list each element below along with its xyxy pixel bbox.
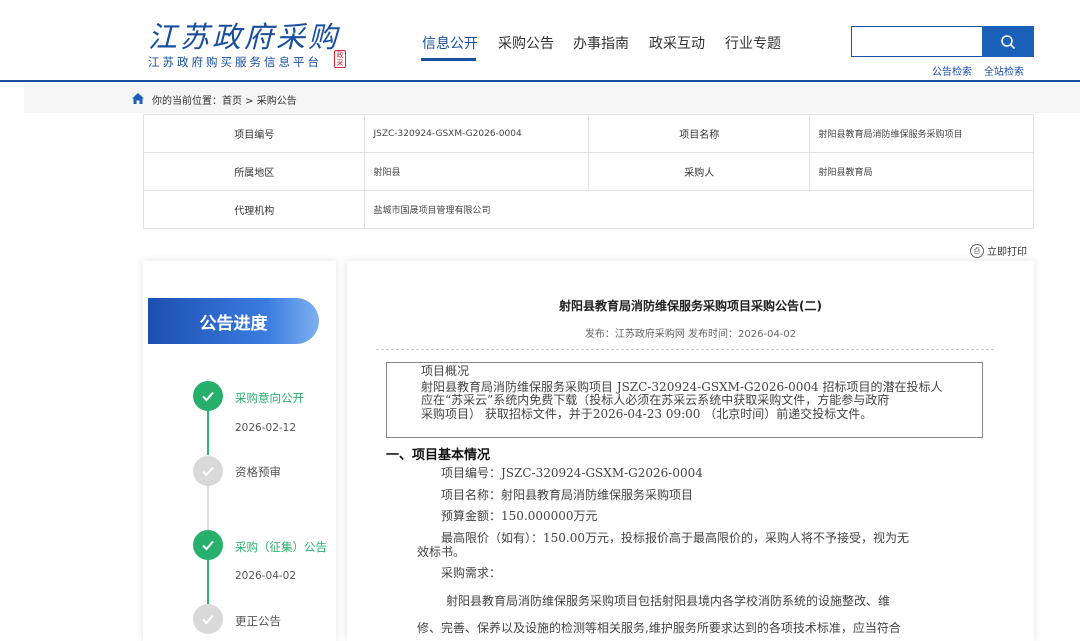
cell-label: 代理机构 [142, 190, 366, 229]
cell-value: 射阳县教育局消防维保服务采购项目 [809, 114, 1034, 153]
progress-step-intent[interactable]: 采购意向公开 [235, 390, 304, 406]
field-project-name: 项目名称：射阳县教育局消防维保服务采购项目 [441, 488, 694, 502]
project-overview-box: 项目概况 射阳县教育局消防维保服务采购项目 JSZC-320924-GSXM-G… [386, 362, 983, 438]
site-logo-title[interactable]: 江苏政府采购 [148, 14, 348, 54]
step-date: 2026-04-02 [235, 570, 297, 582]
site-logo-subtitle: 江苏政府购买服务信息平台 [148, 55, 322, 69]
check-icon [193, 456, 223, 486]
check-icon [193, 381, 223, 411]
max-price-text: 最高限价（如有）：150.00万元，投标报价高于最高限价的，采购人将不予接受，视… [441, 531, 909, 545]
article-meta: 发布：江苏政府采购网 发布时间：2026-04-02 [584, 329, 797, 340]
cell-label: 项目编号 [142, 114, 366, 153]
progress-step-correction: 更正公告 [235, 614, 281, 628]
cell-value: 射阳县 [364, 152, 589, 191]
header-divider [0, 80, 1080, 82]
field-project-code: 项目编号：JSZC-320924-GSXM-G2026-0004 [441, 466, 703, 480]
site-search-link[interactable]: 全站检索 [984, 63, 1024, 78]
step-connector [207, 485, 209, 530]
overview-line: 射阳县教育局消防维保服务采购项目 JSZC-320924-GSXM-G2026-… [421, 379, 943, 394]
search-icon [1001, 34, 1016, 49]
field-budget: 预算金额：150.000000万元 [441, 509, 598, 523]
cell-value: 射阳县教育局 [809, 152, 1034, 191]
search-input[interactable] [851, 26, 983, 57]
overview-line: 应在“苏采云”系统内免费下载（投标人必须在苏采云系统中获取采购文件，方能参与政府 [421, 393, 890, 407]
demand-label: 采购需求： [441, 566, 502, 580]
notice-search-link[interactable]: 公告检索 [932, 63, 972, 78]
section-title: 一、项目基本情况 [386, 448, 491, 463]
project-info-table: 项目编号 JSZC-320924-GSXM-G2026-0004 项目名称 射阳… [142, 114, 1034, 229]
nav-active-indicator [421, 58, 476, 61]
printer-icon: ⎙ [970, 243, 984, 258]
cell-label: 采购人 [587, 152, 811, 191]
overview-line: 采购项目） 获取招标文件，并于2026-04-23 09:00 （北京时间）前递… [421, 406, 873, 421]
cell-label: 所属地区 [142, 152, 366, 191]
step-connector [207, 560, 209, 605]
search-button[interactable] [982, 26, 1034, 57]
nav-procurement-notice[interactable]: 采购公告 [498, 33, 554, 53]
progress-step-prequal: 资格预审 [235, 465, 281, 479]
table-row: 所属地区 射阳县 采购人 射阳县教育局 [142, 152, 1034, 191]
logo-seal-icon: 政采 [334, 50, 346, 68]
article-title: 射阳县教育局消防维保服务采购项目采购公告(二) [559, 299, 822, 313]
cell-value: 盐城市国晟项目管理有限公司 [364, 190, 1034, 229]
cell-label: 项目名称 [587, 114, 811, 153]
progress-title: 公告进度 [148, 298, 319, 344]
step-connector [207, 410, 209, 455]
print-label: 立即打印 [987, 247, 1027, 258]
step-date: 2026-02-12 [235, 422, 297, 434]
home-icon[interactable] [131, 92, 145, 105]
nav-info-public[interactable]: 信息公开 [422, 33, 478, 53]
print-button[interactable]: ⎙ 立即打印 [970, 243, 1027, 258]
check-icon [193, 530, 223, 560]
article-divider [376, 349, 994, 350]
breadcrumb[interactable]: 你的当前位置：首页 > 采购公告 [152, 92, 297, 107]
check-icon [193, 604, 223, 634]
nav-industry-topics[interactable]: 行业专题 [725, 33, 781, 53]
nav-interaction[interactable]: 政采互动 [649, 33, 705, 53]
table-row: 代理机构 盐城市国晟项目管理有限公司 [142, 190, 1034, 229]
demand-text: 修、完善、保养以及设施的检测等相关服务,维护服务所要求达到的各项技术标准，应当符… [417, 621, 901, 635]
demand-text: 射阳县教育局消防维保服务采购项目包括射阳县境内各学校消防系统的设施整改、维 [446, 594, 891, 608]
cell-value: JSZC-320924-GSXM-G2026-0004 [364, 114, 589, 153]
overview-title: 项目概况 [421, 364, 470, 378]
nav-guide[interactable]: 办事指南 [573, 33, 629, 53]
progress-step-notice[interactable]: 采购（征集）公告 [235, 539, 327, 555]
max-price-text: 效标书。 [417, 545, 466, 559]
table-row: 项目编号 JSZC-320924-GSXM-G2026-0004 项目名称 射阳… [142, 114, 1034, 153]
